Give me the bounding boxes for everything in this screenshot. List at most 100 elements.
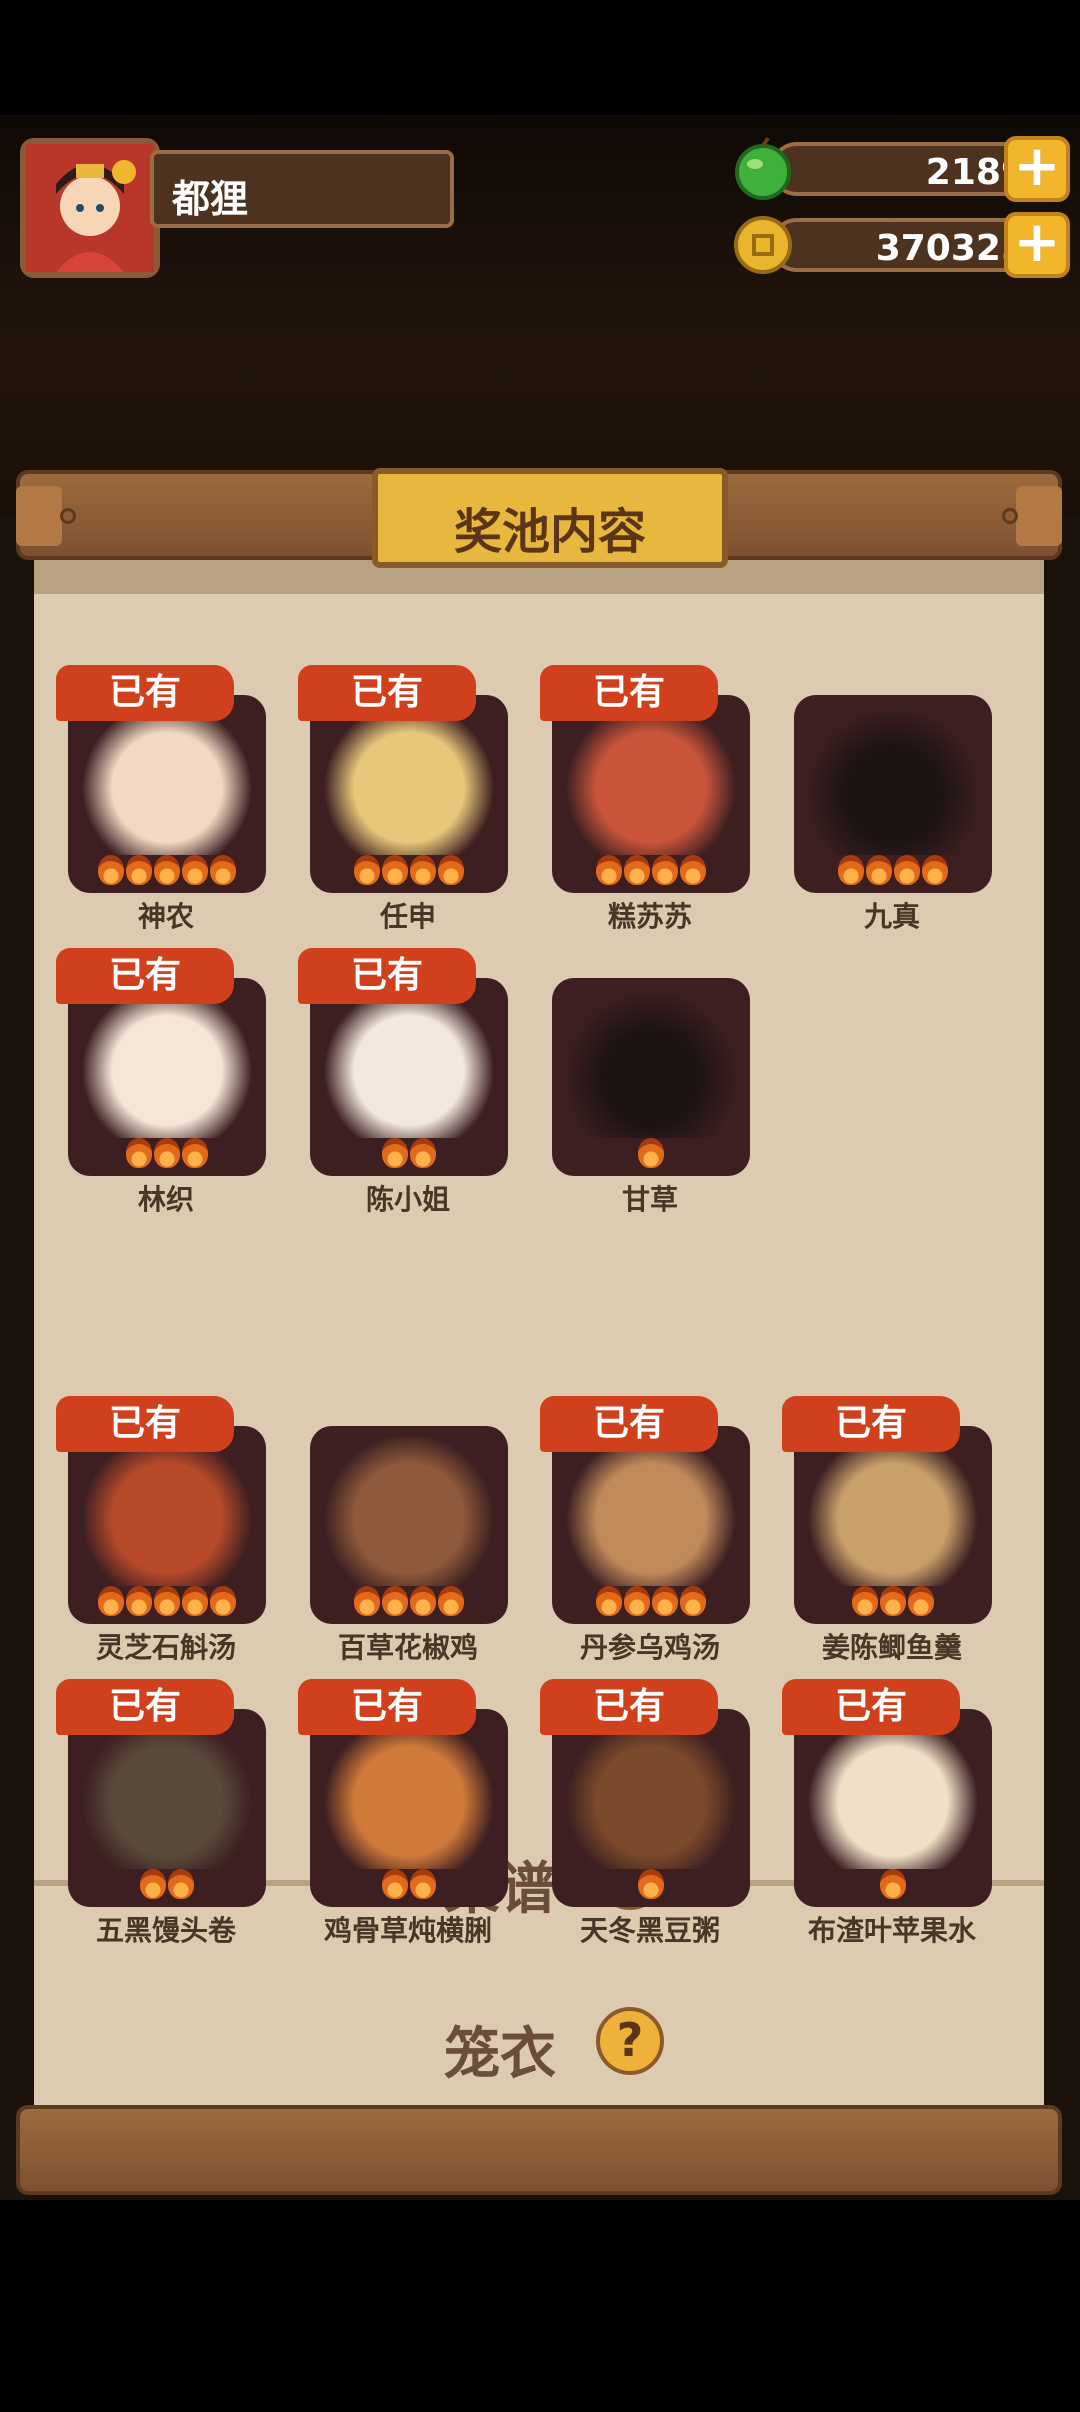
rarity-flames	[68, 855, 266, 885]
character-portrait	[78, 988, 256, 1138]
flame-icon	[382, 855, 408, 885]
banner-rivet-right	[1002, 508, 1018, 524]
player-avatar[interactable]	[20, 138, 160, 278]
card-frame	[68, 1426, 266, 1624]
rarity-flames	[310, 1869, 508, 1899]
card-name: 灵芝石斛汤	[95, 1631, 236, 1664]
owned-badge: 已有	[540, 1396, 718, 1452]
owned-badge: 已有	[56, 1396, 234, 1452]
owned-badge: 已有	[782, 1396, 960, 1452]
dialog-title-plate: 奖池内容	[372, 468, 728, 568]
card-name: 鸡骨草炖横脷	[323, 1914, 492, 1947]
player-name-bar[interactable]: 都狸	[150, 150, 454, 228]
flame-icon	[168, 1869, 194, 1899]
owned-badge: 已有	[540, 1679, 718, 1735]
card-frame	[68, 978, 266, 1176]
card-name: 天冬黑豆粥	[579, 1914, 720, 1947]
flame-icon	[880, 1586, 906, 1616]
rarity-flames	[552, 1138, 750, 1168]
flame-icon	[880, 1869, 906, 1899]
prize-pool-panel[interactable]: 已有神农已有任申已有糕苏苏九真已有林织已有陈小姐甘草 菜谱 ? 已有灵芝石斛汤百…	[34, 560, 1044, 2110]
flame-icon	[638, 1138, 664, 1168]
owned-badge: 已有	[298, 665, 476, 721]
dish-image	[804, 1719, 982, 1869]
card-name: 九真	[863, 900, 920, 933]
next-section-header: 笼衣 ?	[34, 2005, 1044, 2087]
card-name: 甘草	[621, 1183, 678, 1216]
card-frame	[68, 695, 266, 893]
flame-icon	[596, 1586, 622, 1616]
flame-icon	[154, 1138, 180, 1168]
character-portrait	[562, 988, 740, 1138]
flame-icon	[652, 855, 678, 885]
flame-icon	[182, 1586, 208, 1616]
rarity-flames	[552, 1869, 750, 1899]
card-frame	[310, 1709, 508, 1907]
flame-icon	[354, 855, 380, 885]
player-name: 都狸	[172, 177, 249, 221]
card-name: 布渣叶苹果水	[807, 1914, 976, 1947]
gems-pill: 2189	[770, 142, 1040, 196]
dialog-title: 奖池内容	[453, 504, 646, 560]
flame-icon	[154, 1586, 180, 1616]
flame-icon	[126, 855, 152, 885]
owned-badge: 已有	[56, 665, 234, 721]
dish-image	[78, 1436, 256, 1586]
owned-badge: 已有	[56, 1679, 234, 1735]
flame-icon	[624, 1586, 650, 1616]
rarity-flames	[794, 855, 992, 885]
character-portrait	[320, 705, 498, 855]
flame-icon	[154, 855, 180, 885]
flame-icon	[652, 1586, 678, 1616]
card-frame	[794, 695, 992, 893]
card-frame	[68, 1709, 266, 1907]
flame-icon	[638, 1869, 664, 1899]
card-frame	[794, 1426, 992, 1624]
rarity-flames	[552, 855, 750, 885]
owned-badge: 已有	[298, 1679, 476, 1735]
add-coins-button[interactable]: +	[1004, 212, 1070, 278]
character-portrait	[562, 705, 740, 855]
add-gems-button[interactable]: +	[1004, 136, 1070, 202]
next-section-help-button[interactable]: ?	[596, 2007, 664, 2075]
card-name: 丹参乌鸡汤	[579, 1631, 720, 1664]
owned-badge: 已有	[782, 1679, 960, 1735]
card-frame	[552, 978, 750, 1176]
flame-icon	[894, 855, 920, 885]
rarity-flames	[310, 855, 508, 885]
coins-resource: 370325 +	[730, 212, 1070, 278]
flame-icon	[680, 1586, 706, 1616]
green-gem-icon	[735, 136, 791, 200]
flame-icon	[596, 855, 622, 885]
flame-icon	[852, 1586, 878, 1616]
flame-icon	[908, 1586, 934, 1616]
banner-rivet-left	[60, 508, 76, 524]
owned-badge: 已有	[298, 948, 476, 1004]
gems-resource: 2189 +	[730, 136, 1070, 202]
gold-coin-icon	[734, 216, 792, 274]
rarity-flames	[310, 1586, 508, 1616]
dish-image	[804, 1436, 982, 1586]
background-bottom	[0, 2200, 1080, 2412]
flame-icon	[98, 1586, 124, 1616]
flame-icon	[624, 855, 650, 885]
rarity-flames	[68, 1138, 266, 1168]
flame-icon	[210, 1586, 236, 1616]
flame-icon	[680, 855, 706, 885]
dish-image	[320, 1436, 498, 1586]
card-frame	[310, 695, 508, 893]
coins-pill: 370325	[770, 218, 1040, 272]
rarity-flames	[310, 1138, 508, 1168]
flame-icon	[382, 1138, 408, 1168]
flame-icon	[98, 855, 124, 885]
flame-icon	[410, 1869, 436, 1899]
card-frame	[552, 695, 750, 893]
flame-icon	[382, 1586, 408, 1616]
flame-icon	[126, 1138, 152, 1168]
card-name: 任申	[379, 900, 436, 933]
card-frame	[552, 1709, 750, 1907]
rarity-flames	[552, 1586, 750, 1616]
card-frame	[310, 978, 508, 1176]
character-portrait	[320, 988, 498, 1138]
card-name: 五黑馒头卷	[95, 1914, 236, 1947]
